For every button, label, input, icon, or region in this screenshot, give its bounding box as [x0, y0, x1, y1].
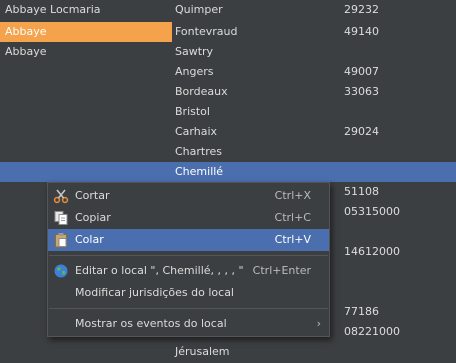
code-cell[interactable]: 33063 [341, 82, 456, 102]
show-events-menu-item[interactable]: Mostrar os eventos do local › [48, 313, 329, 335]
code-cell[interactable]: 29024 [341, 122, 456, 142]
place-name-cell[interactable]: Abbaye [0, 42, 172, 62]
modify-jurisdictions-label: Modificar jurisdições do local [75, 286, 234, 299]
place-name-cell[interactable] [0, 162, 172, 182]
modify-jurisdictions-menu-item[interactable]: Modificar jurisdições do local [48, 282, 329, 304]
table-row[interactable]: Bordeaux 33063 [0, 82, 456, 102]
code-cell[interactable]: 14612000 [341, 242, 456, 262]
context-menu: Cortar Ctrl+X Copiar Ctrl+C Colar Ctrl+V [47, 182, 330, 337]
place-name-cell[interactable] [0, 122, 172, 142]
edit-place-shortcut: Ctrl+Enter [252, 264, 311, 277]
place-name-cell[interactable]: Abbaye Locmaria [0, 0, 172, 20]
city-cell[interactable]: Bristol [172, 102, 341, 122]
city-cell[interactable]: Carhaix [172, 122, 341, 142]
table-row[interactable]: Jérusalem [0, 342, 456, 362]
cut-menu-item[interactable]: Cortar Ctrl+X [48, 185, 329, 207]
city-cell[interactable]: Quimper [172, 0, 341, 20]
scissors-icon [53, 188, 69, 204]
code-cell[interactable]: 49007 [341, 62, 456, 82]
code-cell[interactable]: 77186 [341, 302, 456, 322]
place-name-cell[interactable] [0, 102, 172, 122]
copy-label: Copiar [75, 211, 111, 224]
code-cell[interactable]: 49140 [341, 22, 456, 42]
city-cell[interactable]: Sawtry [172, 42, 341, 62]
code-cell[interactable]: 51108 [341, 182, 456, 202]
city-cell[interactable]: Angers [172, 62, 341, 82]
table-row[interactable]: Abbaye Fontevraud 49140 [0, 22, 456, 42]
code-cell[interactable] [341, 262, 456, 282]
place-name-cell[interactable] [0, 62, 172, 82]
table-row-selected[interactable]: Chemillé [0, 162, 456, 182]
copy-icon [53, 210, 69, 226]
code-cell[interactable]: 08221000 [341, 322, 456, 342]
code-cell[interactable] [341, 102, 456, 122]
city-cell[interactable]: Chartres [172, 142, 341, 162]
city-cell[interactable]: Chemillé [172, 162, 341, 182]
cut-label: Cortar [75, 189, 110, 202]
table-row[interactable]: Chartres [0, 142, 456, 162]
code-cell[interactable]: 29232 [341, 0, 456, 20]
globe-icon [53, 263, 69, 279]
edit-place-menu-item[interactable]: Editar o local ", Chemillé, , , , " Ctrl… [48, 260, 329, 282]
show-events-label: Mostrar os eventos do local [75, 317, 227, 330]
table-row[interactable]: Carhaix 29024 [0, 122, 456, 142]
place-name-cell[interactable]: Abbaye [0, 22, 172, 42]
copy-menu-item[interactable]: Copiar Ctrl+C [48, 207, 329, 229]
place-name-cell[interactable] [0, 82, 172, 102]
city-cell[interactable]: Bordeaux [172, 82, 341, 102]
submenu-arrow-icon: › [316, 317, 321, 330]
city-cell[interactable]: Jérusalem [172, 342, 341, 362]
city-cell[interactable]: Fontevraud [172, 22, 341, 42]
paste-menu-item[interactable]: Colar Ctrl+V [48, 229, 329, 251]
code-cell[interactable] [341, 162, 456, 182]
paste-label: Colar [75, 233, 104, 246]
table-row[interactable]: Angers 49007 [0, 62, 456, 82]
place-name-cell[interactable] [0, 342, 172, 362]
paste-shortcut: Ctrl+V [274, 233, 311, 246]
code-cell[interactable] [341, 222, 456, 242]
paste-icon [53, 232, 69, 248]
menu-separator [49, 255, 328, 256]
code-cell[interactable] [341, 342, 456, 362]
cut-shortcut: Ctrl+X [274, 189, 311, 202]
place-name-cell[interactable] [0, 142, 172, 162]
menu-separator [49, 308, 328, 309]
code-cell[interactable] [341, 282, 456, 302]
copy-shortcut: Ctrl+C [274, 211, 311, 224]
table-row[interactable]: Abbaye Sawtry [0, 42, 456, 62]
table-row[interactable]: Abbaye Locmaria Quimper 29232 [0, 0, 456, 20]
table-row[interactable]: Bristol [0, 102, 456, 122]
code-cell[interactable] [341, 42, 456, 62]
code-cell[interactable] [341, 142, 456, 162]
code-cell[interactable]: 05315000 [341, 202, 456, 222]
edit-place-label: Editar o local ", Chemillé, , , , " [75, 264, 244, 277]
